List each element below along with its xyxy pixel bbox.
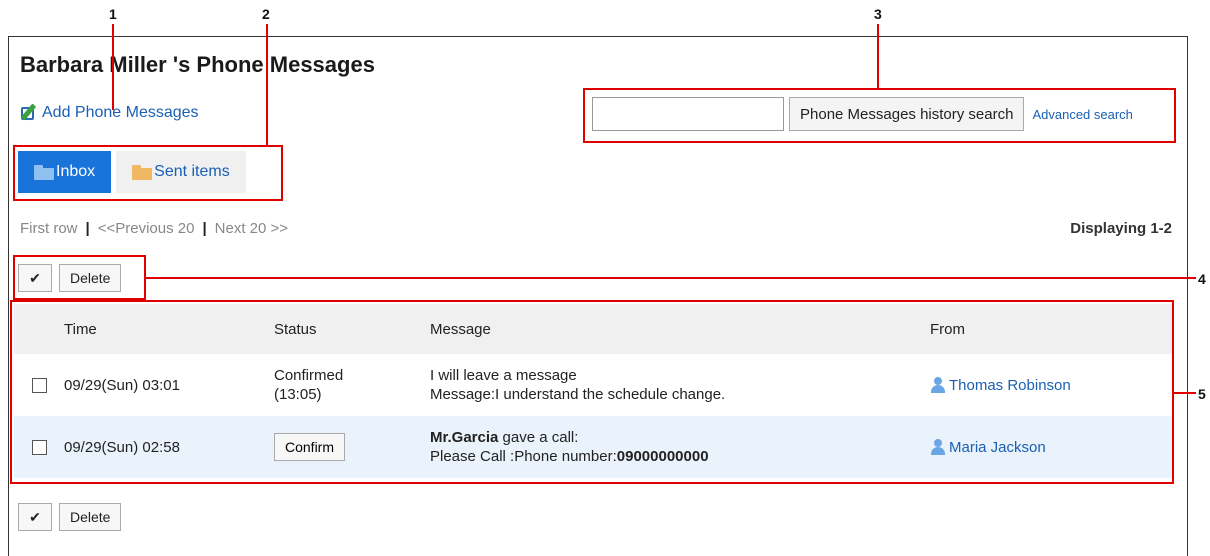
pagination: First row | <<Previous 20 | Next 20 >> <box>20 220 288 237</box>
previous-page-link[interactable]: <<Previous 20 <box>98 220 195 237</box>
callout-number-3: 3 <box>874 6 882 22</box>
callout-line-5 <box>1174 392 1196 394</box>
first-row-link[interactable]: First row <box>20 220 78 237</box>
callout-box-3 <box>583 88 1176 143</box>
delete-button[interactable]: Delete <box>59 503 122 531</box>
callout-number-2: 2 <box>262 6 270 22</box>
displaying-count: Displaying 1-2 <box>1070 220 1172 237</box>
callout-line-2 <box>266 24 268 145</box>
bulk-actions-bottom: ✔ Delete <box>18 503 122 531</box>
next-page-link[interactable]: Next 20 >> <box>215 220 288 237</box>
pager-separator: | <box>85 220 90 237</box>
callout-number-1: 1 <box>109 6 117 22</box>
pager-separator: | <box>202 220 207 237</box>
add-edit-icon <box>20 103 38 122</box>
page-title: Barbara Miller 's Phone Messages <box>20 52 375 77</box>
callout-box-4 <box>13 255 146 300</box>
callout-line-1 <box>112 24 114 110</box>
callout-box-2 <box>13 145 283 201</box>
select-all-button[interactable]: ✔ <box>18 503 52 531</box>
callout-line-4 <box>146 277 1196 279</box>
add-phone-messages-link[interactable]: Add Phone Messages <box>20 103 199 122</box>
add-phone-messages-label: Add Phone Messages <box>42 104 199 121</box>
callout-line-3 <box>877 24 879 88</box>
callout-box-5 <box>10 300 1174 484</box>
callout-number-4: 4 <box>1198 271 1206 287</box>
callout-number-5: 5 <box>1198 386 1206 402</box>
